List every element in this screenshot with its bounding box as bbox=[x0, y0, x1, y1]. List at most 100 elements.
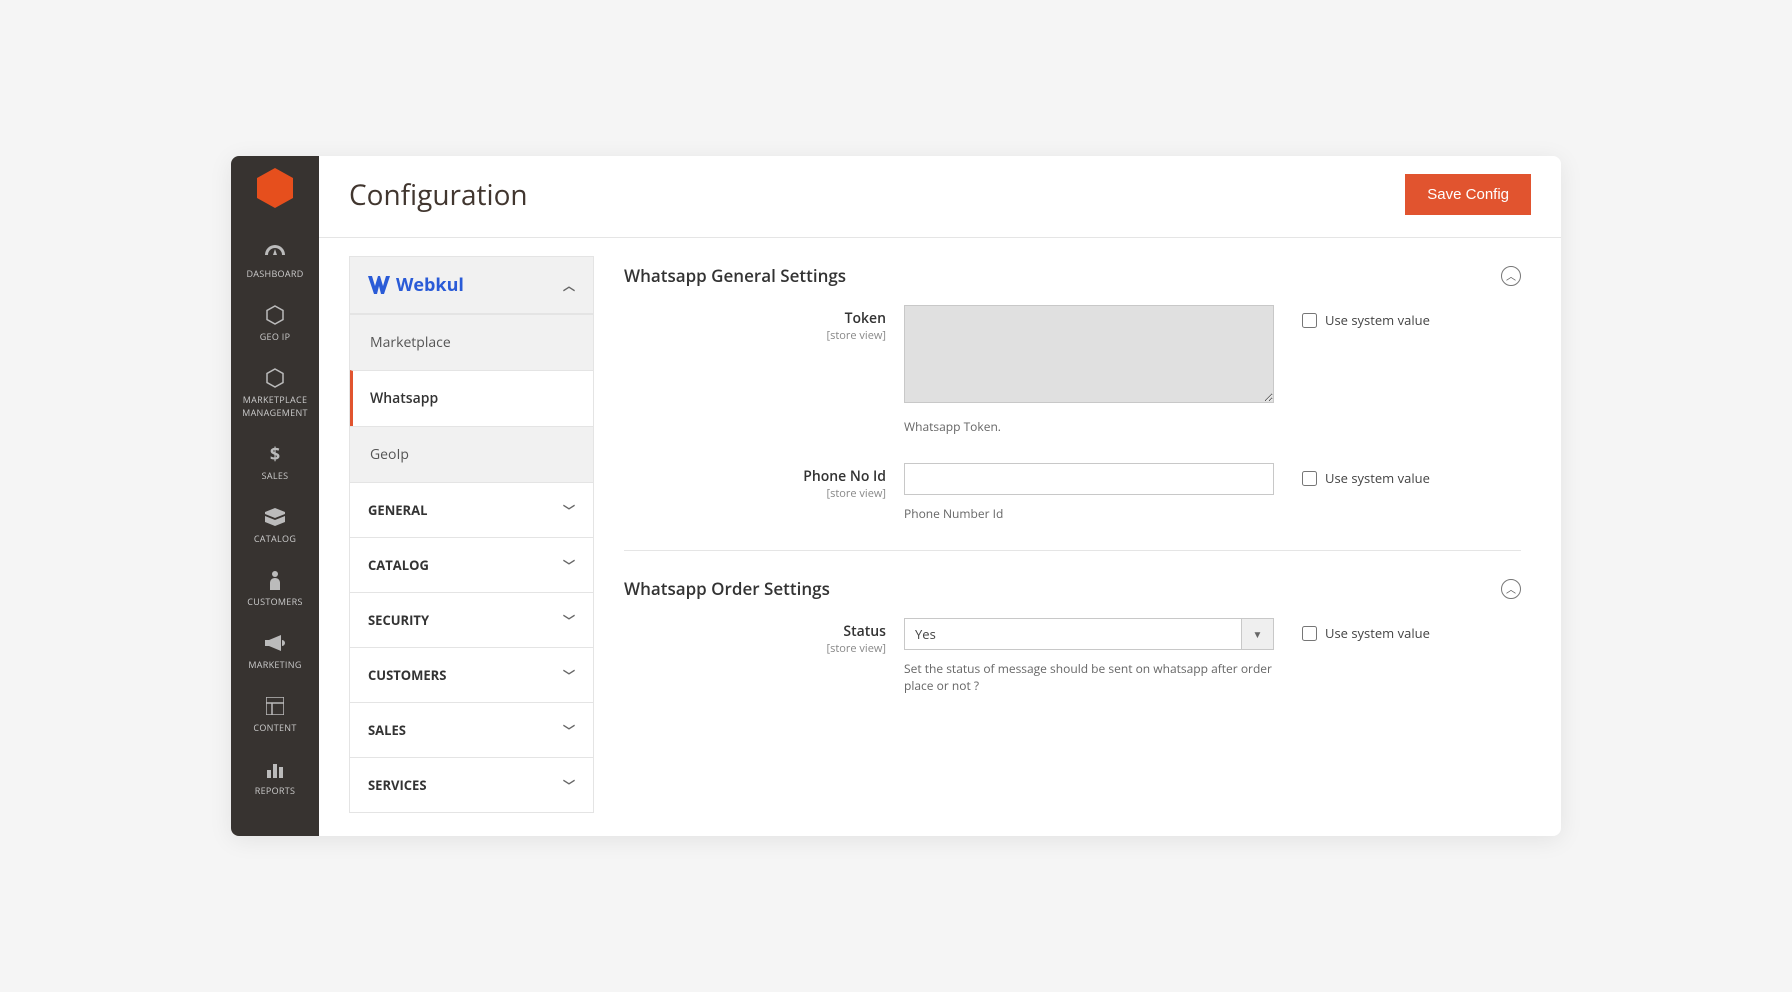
nav-geoip[interactable]: GEO IP bbox=[231, 294, 319, 357]
group-label: SECURITY bbox=[368, 611, 429, 629]
app-frame: DASHBOARD GEO IP MARKETPLACE MANAGEMENT … bbox=[231, 156, 1561, 836]
field-label-block: Phone No Id [store view] bbox=[624, 463, 904, 501]
box-icon bbox=[231, 506, 319, 528]
section-title: Whatsapp General Settings bbox=[624, 264, 846, 287]
subtab-geoip[interactable]: GeoIp bbox=[350, 426, 593, 482]
tab-group-webkul[interactable]: Webkul ︿ bbox=[349, 256, 594, 314]
nav-label: DASHBOARD bbox=[231, 267, 319, 280]
main-panel: Configuration Save Config Webkul ︿ Marke… bbox=[319, 156, 1561, 836]
field-input-block: Whatsapp Token. bbox=[904, 305, 1274, 435]
chevron-down-icon: ﹀ bbox=[563, 667, 575, 684]
group-label: SALES bbox=[368, 721, 406, 739]
nav-marketplace[interactable]: MARKETPLACE MANAGEMENT bbox=[231, 357, 319, 433]
field-label-block: Status [store view] bbox=[624, 618, 904, 656]
webkul-logo: Webkul bbox=[368, 273, 464, 297]
top-bar: Configuration Save Config bbox=[319, 156, 1561, 238]
nav-label: REPORTS bbox=[231, 784, 319, 797]
token-textarea[interactable] bbox=[904, 305, 1274, 403]
status-value: Yes bbox=[904, 618, 1242, 650]
token-label: Token bbox=[624, 309, 886, 328]
nav-label: CATALOG bbox=[231, 532, 319, 545]
nav-label: SALES bbox=[231, 469, 319, 482]
bar-chart-icon bbox=[231, 758, 319, 780]
token-scope: [store view] bbox=[624, 328, 886, 343]
dollar-icon: $ bbox=[231, 443, 319, 465]
phone-use-system-checkbox[interactable] bbox=[1302, 471, 1317, 486]
group-label: SERVICES bbox=[368, 776, 427, 794]
nav-customers[interactable]: CUSTOMERS bbox=[231, 559, 319, 622]
megaphone-icon bbox=[231, 632, 319, 654]
phone-use-system-label: Use system value bbox=[1325, 469, 1430, 487]
nav-content[interactable]: CONTENT bbox=[231, 685, 319, 748]
field-input-block: Phone Number Id bbox=[904, 463, 1274, 522]
token-use-system: Use system value bbox=[1302, 305, 1430, 329]
hexagon-icon bbox=[231, 304, 319, 326]
svg-text:$: $ bbox=[270, 444, 280, 464]
field-status: Status [store view] Yes ▼ Set the status… bbox=[624, 618, 1521, 694]
nav-label: CONTENT bbox=[231, 721, 319, 734]
chevron-down-icon: ﹀ bbox=[563, 612, 575, 629]
webkul-subtabs: Marketplace Whatsapp GeoIp bbox=[349, 314, 594, 483]
group-label: CUSTOMERS bbox=[368, 666, 446, 684]
magento-logo-icon bbox=[257, 168, 293, 213]
status-select[interactable]: Yes ▼ bbox=[904, 618, 1274, 650]
collapse-icon[interactable]: ︿ bbox=[1501, 266, 1521, 286]
status-use-system-checkbox[interactable] bbox=[1302, 626, 1317, 641]
tab-group-customers[interactable]: CUSTOMERS ﹀ bbox=[349, 648, 594, 703]
content-area: Webkul ︿ Marketplace Whatsapp GeoIp GENE… bbox=[319, 238, 1561, 836]
nav-sales[interactable]: $ SALES bbox=[231, 433, 319, 496]
save-config-button[interactable]: Save Config bbox=[1405, 174, 1531, 215]
phone-label: Phone No Id bbox=[624, 467, 886, 486]
tab-group-services[interactable]: SERVICES ﹀ bbox=[349, 758, 594, 813]
subtab-marketplace[interactable]: Marketplace bbox=[350, 314, 593, 370]
token-use-system-label: Use system value bbox=[1325, 311, 1430, 329]
nav-label: MARKETPLACE MANAGEMENT bbox=[231, 393, 319, 419]
nav-catalog[interactable]: CATALOG bbox=[231, 496, 319, 559]
chevron-down-icon: ﹀ bbox=[563, 722, 575, 739]
layout-icon bbox=[231, 695, 319, 717]
gauge-icon bbox=[231, 241, 319, 263]
field-label-block: Token [store view] bbox=[624, 305, 904, 343]
status-label: Status bbox=[624, 622, 886, 641]
status-use-system-label: Use system value bbox=[1325, 624, 1430, 642]
status-hint: Set the status of message should be sent… bbox=[904, 660, 1274, 694]
tab-group-catalog[interactable]: CATALOG ﹀ bbox=[349, 538, 594, 593]
config-tabs: Webkul ︿ Marketplace Whatsapp GeoIp GENE… bbox=[319, 238, 594, 836]
token-use-system-checkbox[interactable] bbox=[1302, 313, 1317, 328]
collapse-icon[interactable]: ︿ bbox=[1501, 579, 1521, 599]
chevron-up-icon: ︿ bbox=[563, 277, 575, 294]
phone-use-system: Use system value bbox=[1302, 463, 1430, 487]
nav-label: CUSTOMERS bbox=[231, 595, 319, 608]
chevron-down-icon: ﹀ bbox=[563, 502, 575, 519]
person-icon bbox=[231, 569, 319, 591]
status-use-system: Use system value bbox=[1302, 618, 1430, 642]
tab-group-sales[interactable]: SALES ﹀ bbox=[349, 703, 594, 758]
nav-reports[interactable]: REPORTS bbox=[231, 748, 319, 811]
dropdown-arrow-icon: ▼ bbox=[1242, 618, 1274, 650]
phone-input[interactable] bbox=[904, 463, 1274, 495]
tab-group-security[interactable]: SECURITY ﹀ bbox=[349, 593, 594, 648]
section-order-settings[interactable]: Whatsapp Order Settings ︿ bbox=[624, 569, 1521, 618]
hexagon-icon bbox=[231, 367, 319, 389]
subtab-whatsapp[interactable]: Whatsapp bbox=[350, 370, 593, 426]
section-title: Whatsapp Order Settings bbox=[624, 577, 830, 600]
phone-hint: Phone Number Id bbox=[904, 505, 1274, 522]
field-token: Token [store view] Whatsapp Token. Use s… bbox=[624, 305, 1521, 435]
field-phone: Phone No Id [store view] Phone Number Id… bbox=[624, 463, 1521, 522]
webkul-icon bbox=[368, 276, 390, 294]
group-label: CATALOG bbox=[368, 556, 429, 574]
status-scope: [store view] bbox=[624, 641, 886, 656]
token-hint: Whatsapp Token. bbox=[904, 418, 1274, 435]
field-input-block: Yes ▼ Set the status of message should b… bbox=[904, 618, 1274, 694]
section-general-settings[interactable]: Whatsapp General Settings ︿ bbox=[624, 256, 1521, 305]
section-divider bbox=[624, 550, 1521, 551]
tab-group-general[interactable]: GENERAL ﹀ bbox=[349, 483, 594, 538]
nav-dashboard[interactable]: DASHBOARD bbox=[231, 231, 319, 294]
page-title: Configuration bbox=[349, 176, 528, 214]
nav-label: MARKETING bbox=[231, 658, 319, 671]
left-navigation: DASHBOARD GEO IP MARKETPLACE MANAGEMENT … bbox=[231, 156, 319, 836]
settings-panel: Whatsapp General Settings ︿ Token [store… bbox=[594, 238, 1561, 836]
group-label: GENERAL bbox=[368, 501, 427, 519]
chevron-down-icon: ﹀ bbox=[563, 557, 575, 574]
nav-marketing[interactable]: MARKETING bbox=[231, 622, 319, 685]
